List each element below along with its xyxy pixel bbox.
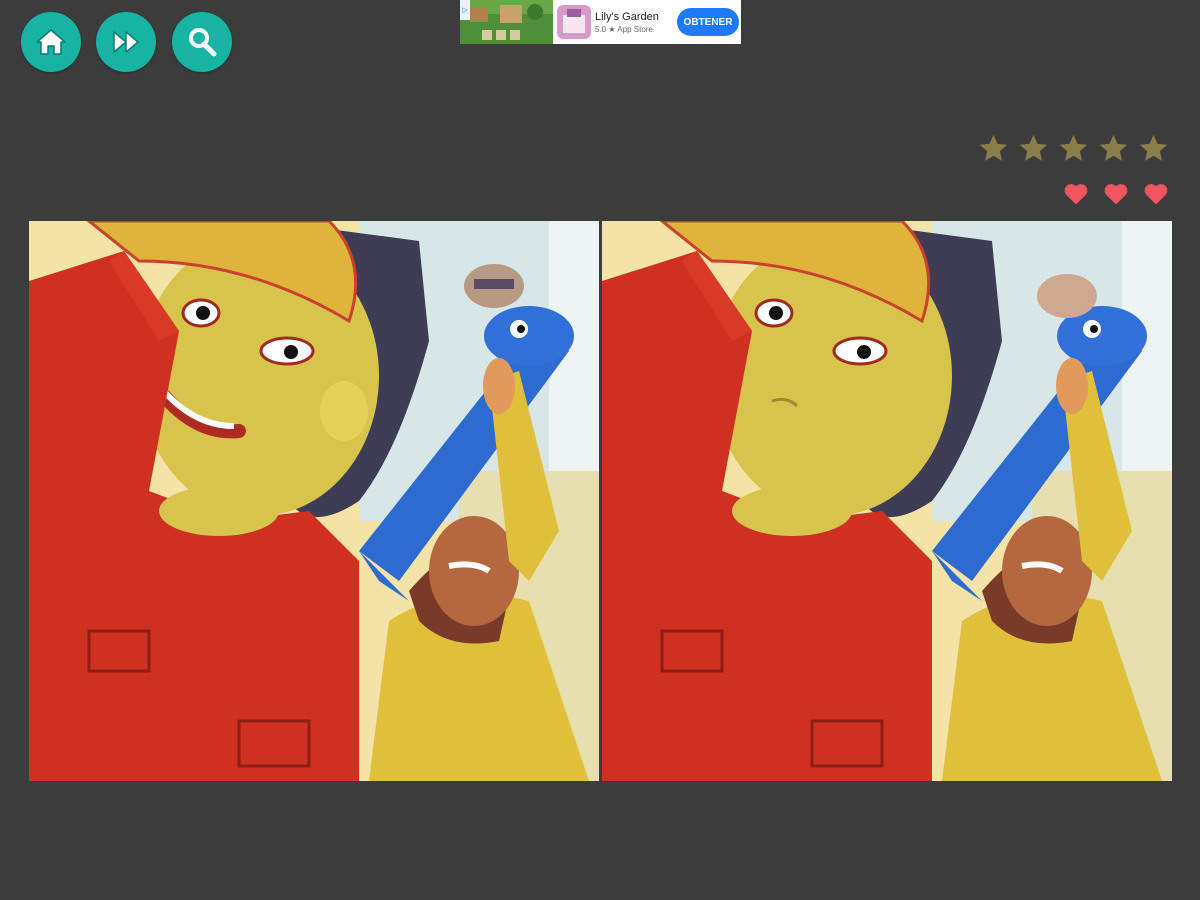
ad-choices-icon[interactable]: ▷ [460, 0, 470, 20]
star-icon [977, 132, 1010, 165]
star-icon [1017, 132, 1050, 165]
heart-icon [1102, 180, 1130, 208]
cartoon-scene-modified [602, 221, 1172, 781]
stars-rating [977, 132, 1170, 165]
modified-image-panel[interactable] [602, 221, 1172, 781]
cartoon-scene-original [29, 221, 599, 781]
home-button[interactable] [21, 12, 81, 72]
ad-app-icon [557, 5, 591, 39]
house-icon [36, 29, 66, 55]
ad-banner[interactable]: ▷ Lily's Garden 5.0 ★ App Store OBTENER [460, 0, 741, 44]
ad-game-thumbnail [460, 0, 553, 44]
heart-icon [1142, 180, 1170, 208]
heart-icon [1062, 180, 1090, 208]
skip-button[interactable] [96, 12, 156, 72]
star-icon [1137, 132, 1170, 165]
lives-hearts [1062, 180, 1170, 208]
star-icon [1057, 132, 1090, 165]
ad-get-button[interactable]: OBTENER [677, 8, 739, 36]
star-icon [1097, 132, 1130, 165]
hint-button[interactable] [172, 12, 232, 72]
magnifier-icon [189, 28, 217, 57]
ad-title: Lily's Garden [595, 10, 659, 23]
ad-subtitle: 5.0 ★ App Store [595, 24, 653, 34]
fast-forward-icon [113, 31, 139, 53]
original-image-panel[interactable] [29, 221, 599, 781]
